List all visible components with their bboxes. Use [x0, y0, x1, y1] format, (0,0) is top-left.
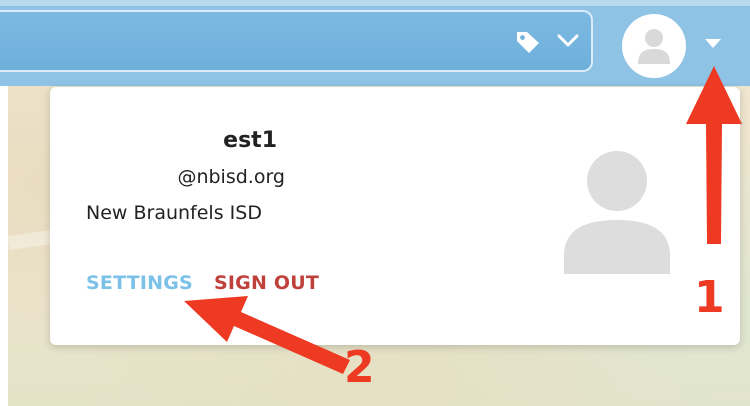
user-name: est1 [223, 128, 277, 153]
annotation-step-2: 2 [344, 342, 375, 393]
tag-icon[interactable] [515, 30, 541, 54]
top-navigation-bar [0, 0, 750, 86]
profile-avatar[interactable] [622, 14, 686, 78]
sign-out-link[interactable]: SIGN OUT [214, 272, 319, 294]
user-silhouette-icon [564, 151, 670, 274]
user-avatar-icon [638, 29, 670, 64]
chevron-down-icon[interactable] [556, 31, 580, 51]
search-bar[interactable] [0, 10, 593, 72]
user-organization: New Braunfels ISD [86, 202, 262, 224]
annotation-step-1: 1 [694, 272, 725, 323]
settings-link[interactable]: SETTINGS [86, 272, 193, 294]
top-band [0, 0, 750, 6]
caret-down-icon[interactable] [703, 36, 723, 50]
user-email: @nbisd.org [177, 166, 285, 188]
